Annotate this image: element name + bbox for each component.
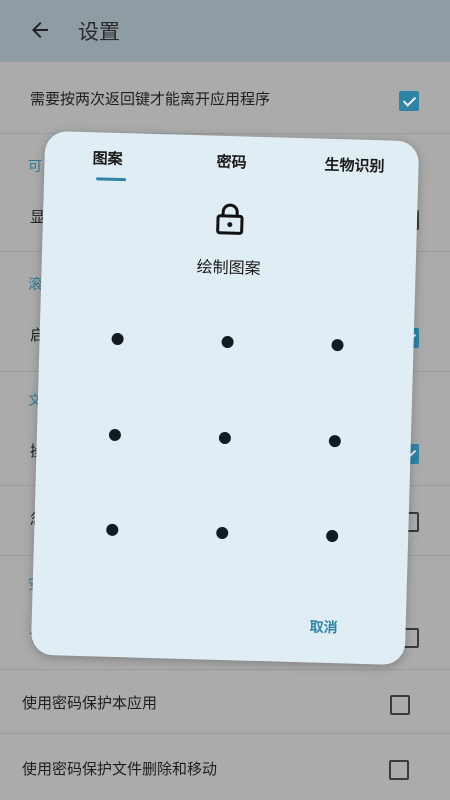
pattern-dot[interactable]: [111, 332, 124, 346]
arrow-left-icon: [32, 22, 48, 38]
pattern-dot[interactable]: [326, 529, 339, 543]
setting-checkbox[interactable]: [389, 760, 409, 780]
setting-label: 使用密码保护本应用: [22, 694, 158, 712]
pattern-grid[interactable]: [31, 131, 419, 665]
setting-row[interactable]: 使用密码保护本应用: [0, 670, 450, 734]
setting-checkbox[interactable]: [399, 91, 419, 111]
section-label: 可: [28, 159, 42, 175]
pattern-dot[interactable]: [331, 338, 344, 352]
setting-label: 使用密码保护文件删除和移动: [22, 760, 218, 778]
pattern-dot[interactable]: [328, 434, 342, 448]
app-bar: 设置: [0, 0, 450, 62]
page-title: 设置: [78, 20, 120, 44]
back-button[interactable]: [26, 16, 54, 44]
setting-row[interactable]: 使用密码保护文件删除和移动: [0, 734, 450, 800]
pattern-dot[interactable]: [218, 431, 232, 445]
pattern-dot[interactable]: [106, 523, 119, 537]
cancel-button[interactable]: 取消: [309, 616, 338, 637]
setting-checkbox[interactable]: [390, 695, 410, 715]
pattern-dot[interactable]: [108, 428, 122, 442]
security-dialog: 图案 密码 生物识别 绘制图案 取消: [30, 130, 420, 666]
pattern-dot[interactable]: [221, 335, 234, 349]
setting-label: 需要按两次返回键才能离开应用程序: [30, 90, 271, 108]
pattern-dot[interactable]: [216, 526, 229, 540]
setting-row[interactable]: 需要按两次返回键才能离开应用程序: [0, 62, 450, 134]
